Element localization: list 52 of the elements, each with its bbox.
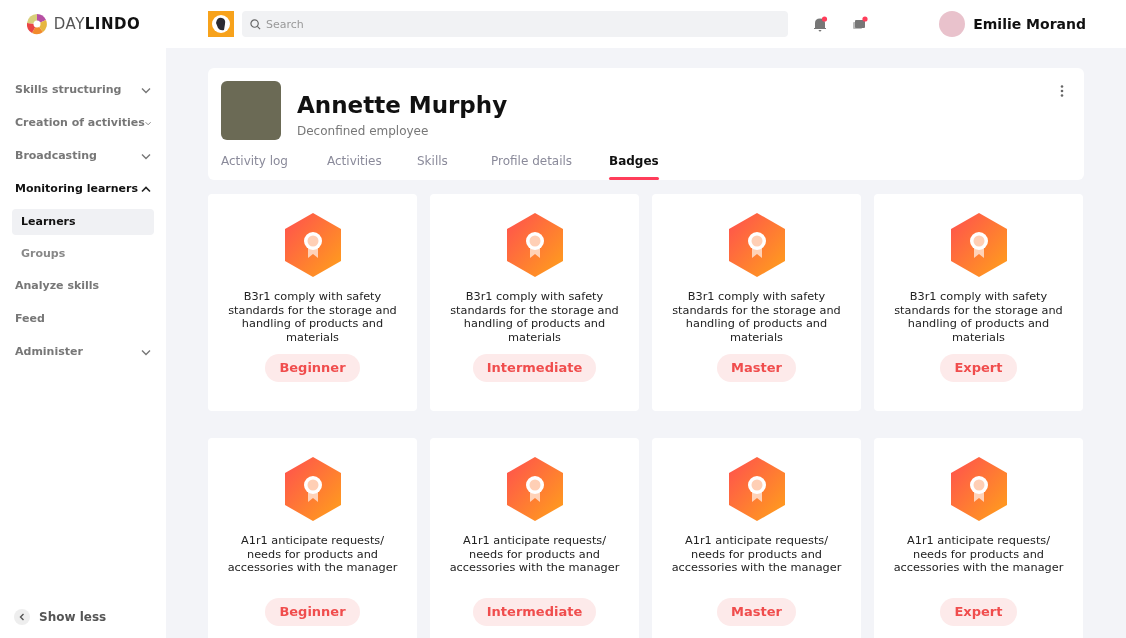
logo-icon xyxy=(25,13,48,35)
menu-item[interactable]: Creation of activities xyxy=(12,107,154,140)
badge-title: B3r1 comply with safety standards for the storage and handling of products and materials xyxy=(893,290,1064,344)
level-tag: Master xyxy=(717,354,796,382)
profile-tab[interactable]: Profile details xyxy=(491,148,573,180)
learner-role: Deconfined employee xyxy=(297,123,430,140)
bell-icon[interactable] xyxy=(812,16,828,32)
profile-tab[interactable]: Badges xyxy=(609,148,659,180)
menu-item[interactable]: Analyze skills xyxy=(12,270,154,303)
profile-tab[interactable]: Activity log xyxy=(221,148,288,180)
level-tag: Expert xyxy=(940,598,1017,626)
award-badge-icon xyxy=(726,212,787,278)
submenu-item[interactable]: Learners xyxy=(12,209,154,235)
level-tag: Beginner xyxy=(265,598,360,626)
level-tag: Beginner xyxy=(265,354,360,382)
award-badge-icon xyxy=(504,212,565,278)
menu-item[interactable]: Skills structuring xyxy=(12,74,154,107)
search-icon xyxy=(250,19,261,30)
badge-title: B3r1 comply with safety standards for the storage and handling of products and materials xyxy=(671,290,842,344)
badge-title: A1r1 anticipate requests/ needs for products and accessories with the manager xyxy=(670,534,843,576)
award-badge-icon xyxy=(504,456,565,522)
photo-placeholder xyxy=(221,81,281,140)
chat-icon[interactable] xyxy=(852,16,868,32)
badge-title: B3r1 comply with safety standards for the storage and handling of products and materials xyxy=(227,290,398,344)
award-badge-icon xyxy=(948,456,1009,522)
badge-title: A1r1 anticipate requests/ needs for products and accessories with the manager xyxy=(892,534,1065,576)
show-less-link[interactable]: Show less xyxy=(39,608,107,626)
badge-title: A1r1 anticipate requests/ needs for products and accessories with the manager xyxy=(226,534,399,576)
award-badge-icon xyxy=(726,456,787,522)
award-badge-icon xyxy=(282,456,343,522)
award-badge-icon xyxy=(948,212,1009,278)
menu-item[interactable]: Monitoring learners xyxy=(12,173,154,206)
more-icon[interactable] xyxy=(1060,85,1064,97)
menu-item[interactable]: Broadcasting xyxy=(12,140,154,173)
level-tag: Master xyxy=(717,598,796,626)
brand-name: DAYLINDO xyxy=(53,13,141,35)
user-name[interactable]: Emilie Morand xyxy=(973,13,1086,35)
profile-tab[interactable]: Activities xyxy=(327,148,382,180)
award-badge-icon xyxy=(282,212,343,278)
submenu-item[interactable]: Groups xyxy=(12,241,154,267)
search-field[interactable]: Search xyxy=(242,11,788,37)
badge-title: A1r1 anticipate requests/ needs for products and accessories with the manager xyxy=(448,534,621,576)
level-tag: Intermediate xyxy=(472,354,597,382)
menu-item[interactable]: Feed xyxy=(12,303,154,336)
learner-name: Annette Murphy xyxy=(297,92,508,118)
profile-tab[interactable]: Skills xyxy=(417,148,448,180)
collapse-icon[interactable] xyxy=(14,609,30,625)
level-tag: Intermediate xyxy=(472,598,597,626)
menu-item[interactable]: Administer xyxy=(12,336,154,369)
level-tag: Expert xyxy=(940,354,1017,382)
lion-logo-icon xyxy=(208,11,234,37)
badge-title: B3r1 comply with safety standards for the storage and handling of products and materials xyxy=(449,290,620,344)
